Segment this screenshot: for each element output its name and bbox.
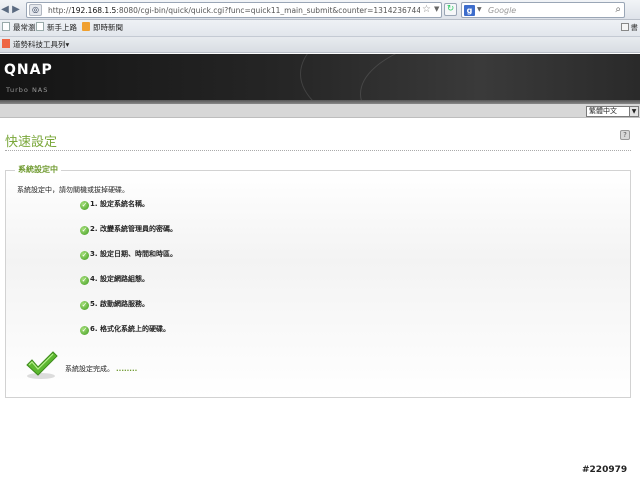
check-icon: ✓: [80, 201, 89, 210]
section-title: 系統設定中: [15, 164, 61, 176]
addon-toolbar: 道勢科技工具列▾: [0, 37, 640, 53]
rss-icon: [82, 22, 90, 31]
qnap-logo: QNAP: [4, 62, 53, 78]
intro-text: 系統設定中，請勿關機或拔掉硬碟。: [17, 186, 129, 194]
step-item: ✓ 1. 設定系統名稱。: [80, 200, 149, 210]
language-bar: 繁體中文 ▼: [0, 104, 640, 118]
chevron-down-icon[interactable]: ▼: [629, 107, 638, 116]
bookmarks-menu-icon: [620, 23, 629, 31]
watermark: #220979: [582, 465, 628, 475]
page-icon: [36, 22, 44, 31]
step-item: ✓ 3. 設定日期、時間和時區。: [80, 250, 177, 260]
step-item: ✓ 6. 格式化系統上的硬碟。: [80, 325, 170, 335]
language-selected: 繁體中文: [589, 107, 617, 115]
bookmark-star-icon[interactable]: ☆: [422, 4, 431, 15]
search-box[interactable]: g ▼ Google ⌕: [461, 2, 625, 18]
title-divider: [5, 150, 631, 151]
language-select[interactable]: 繁體中文 ▼: [586, 106, 639, 117]
completion-status: 系統設定完成。........: [65, 365, 138, 373]
help-icon[interactable]: ?: [620, 130, 630, 140]
search-placeholder[interactable]: Google: [488, 6, 516, 15]
step-item: ✓ 5. 啟動網路服務。: [80, 300, 149, 310]
progress-dots: ........: [116, 365, 138, 373]
forward-button[interactable]: ▶: [9, 3, 23, 17]
reload-button[interactable]: ↻: [444, 3, 457, 16]
check-icon: ✓: [80, 276, 89, 285]
address-bar[interactable]: ◎ http://192.168.1.5:8080/cgi-bin/quick/…: [26, 2, 442, 18]
toolbar-menu[interactable]: 道勢科技工具列▾: [2, 39, 69, 51]
bookmarks-menu[interactable]: 書: [620, 22, 638, 33]
check-icon: ✓: [80, 251, 89, 260]
step-item: ✓ 2. 改變系統管理員的密碼。: [80, 225, 177, 235]
check-icon: ✓: [80, 226, 89, 235]
search-icon[interactable]: ⌕: [615, 4, 621, 15]
product-name: Turbo NAS: [6, 86, 49, 94]
step-item: ✓ 4. 設定網路組態。: [80, 275, 149, 285]
check-icon: ✓: [80, 326, 89, 335]
history-dropdown-icon[interactable]: ▼: [434, 5, 439, 13]
engine-dropdown-icon[interactable]: ▼: [477, 6, 482, 13]
url-text[interactable]: http://192.168.1.5:8080/cgi-bin/quick/qu…: [48, 6, 420, 15]
check-icon: ✓: [80, 301, 89, 310]
chevron-down-icon: ▾: [65, 40, 70, 49]
toolbar-logo-icon: [2, 39, 10, 48]
large-checkmark-icon: [26, 351, 58, 379]
browser-nav-bar: ◀ ▶ ◎ http://192.168.1.5:8080/cgi-bin/qu…: [0, 0, 640, 20]
bookmark-latest-news[interactable]: 即時新聞: [82, 22, 123, 34]
bookmarks-bar: 最常瀏覽 新手上路 即時新聞 書: [0, 20, 640, 37]
search-engine-icon[interactable]: g: [464, 5, 475, 16]
site-identity-icon[interactable]: ◎: [29, 4, 42, 16]
header-decoration: [360, 54, 640, 104]
page-icon: [2, 22, 10, 31]
page-title: 快速設定: [5, 135, 58, 150]
app-header: QNAP Turbo NAS: [0, 54, 640, 104]
bookmark-getting-started[interactable]: 新手上路: [36, 22, 77, 34]
